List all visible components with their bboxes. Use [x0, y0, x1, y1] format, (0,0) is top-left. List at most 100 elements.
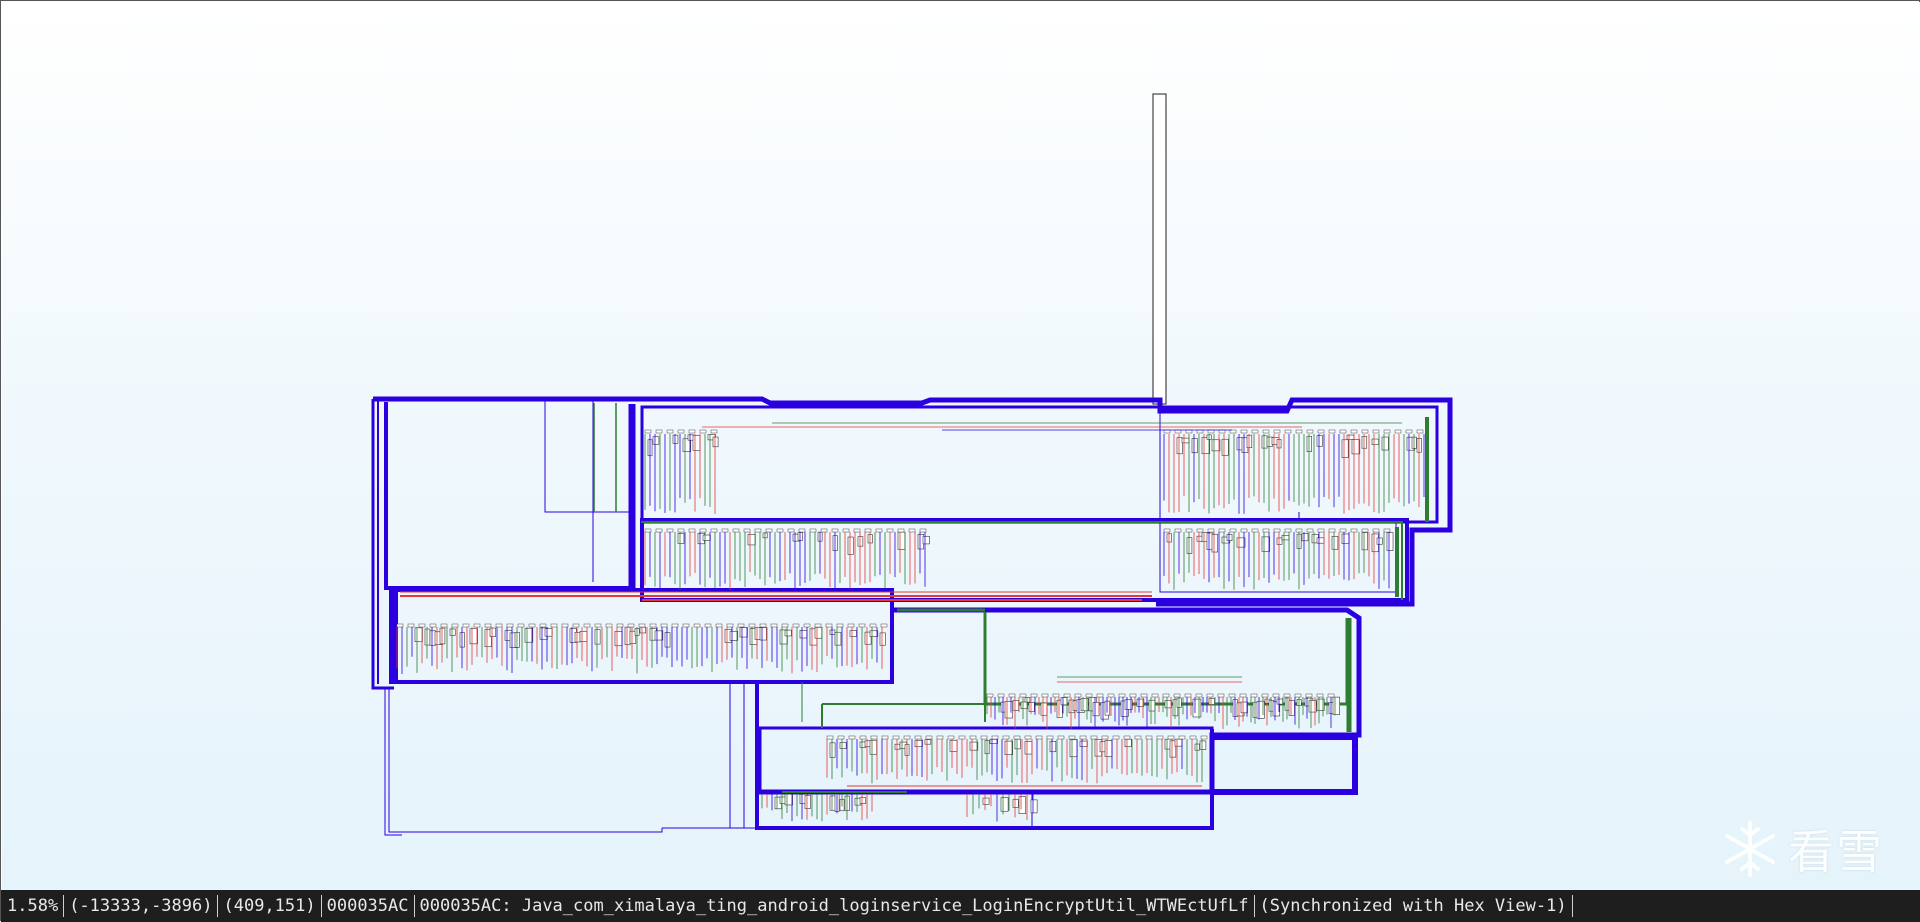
node-header — [1218, 429, 1226, 434]
node-header — [1196, 528, 1204, 533]
zoom-level: 1.58% — [5, 895, 65, 917]
node-header — [1151, 693, 1159, 698]
node-header — [886, 528, 894, 533]
node-header — [759, 623, 767, 628]
node-header — [1372, 429, 1380, 434]
basic-block — [664, 632, 671, 648]
node-header — [605, 623, 613, 628]
basic-block — [1376, 537, 1383, 545]
node-header — [1118, 693, 1126, 698]
node-header — [1145, 735, 1153, 740]
node-header — [528, 623, 536, 628]
node-header — [1305, 693, 1313, 698]
basic-block — [687, 434, 694, 441]
node-header — [666, 528, 674, 533]
node-header — [1383, 528, 1391, 533]
basic-block — [439, 627, 446, 645]
basic-block — [544, 628, 553, 637]
node-header — [1229, 528, 1237, 533]
node-header — [947, 735, 955, 740]
basic-block — [1104, 740, 1113, 757]
basic-block — [1004, 701, 1013, 719]
basic-block — [624, 626, 631, 646]
node-header — [1035, 735, 1043, 740]
basic-block — [639, 626, 646, 634]
node-header — [969, 735, 977, 740]
node-header — [1085, 693, 1093, 698]
node-header — [517, 623, 525, 628]
node-header — [721, 528, 729, 533]
node-header — [1229, 429, 1237, 434]
node-header — [1002, 735, 1010, 740]
node-header — [495, 623, 503, 628]
node-header — [1107, 693, 1115, 698]
basic-block — [1361, 532, 1368, 551]
node-header — [903, 735, 911, 740]
node-header — [1173, 693, 1181, 698]
sync-status: (Synchronized with Hex View-1) — [1255, 895, 1573, 917]
basic-block — [449, 628, 456, 636]
basic-block — [847, 536, 854, 555]
node-header — [655, 429, 663, 434]
node-header — [997, 693, 1005, 698]
basic-block — [1069, 739, 1078, 758]
node-header — [919, 528, 927, 533]
basic-block — [1276, 537, 1283, 545]
basic-block — [857, 536, 864, 547]
node-header — [732, 528, 740, 533]
node-header — [1306, 429, 1314, 434]
node-header — [754, 528, 762, 533]
node-header — [1361, 528, 1369, 533]
basic-block — [1092, 702, 1100, 717]
basic-block — [869, 739, 877, 755]
node-header — [1405, 429, 1413, 434]
node-header — [1284, 528, 1292, 533]
node-header — [1123, 735, 1131, 740]
node-header — [699, 429, 707, 434]
basic-block — [914, 740, 923, 748]
basic-block — [1040, 702, 1048, 716]
basic-block — [1079, 740, 1088, 747]
node-header — [677, 429, 685, 434]
node-header — [1134, 735, 1142, 740]
basic-block — [1124, 738, 1132, 747]
watermark-text: 看雪 — [1788, 825, 1884, 879]
basic-block — [1196, 535, 1203, 542]
basic-block — [692, 435, 701, 451]
node-header — [539, 623, 547, 628]
node-header — [726, 623, 734, 628]
node-header — [1041, 693, 1049, 698]
basic-block — [1030, 799, 1038, 814]
node-header — [1079, 735, 1087, 740]
node-header — [836, 623, 844, 628]
basic-block — [424, 628, 431, 646]
basic-block — [1049, 741, 1057, 753]
node-header — [1250, 693, 1258, 698]
basic-block — [1261, 536, 1270, 552]
basic-block — [729, 630, 739, 641]
current-address: 000035AC — [322, 895, 415, 917]
node-header — [1261, 693, 1269, 698]
node-header — [594, 623, 602, 628]
basic-block — [469, 628, 478, 645]
node-header — [864, 528, 872, 533]
basic-block — [1246, 434, 1253, 448]
function-graph-overview[interactable] — [2, 2, 1920, 890]
node-header — [837, 735, 845, 740]
graph-canvas[interactable]: 看雪 — [2, 2, 1920, 890]
node-header — [875, 528, 883, 533]
node-header — [396, 623, 404, 628]
basic-block — [1000, 797, 1009, 812]
node-header — [1200, 735, 1208, 740]
basic-block — [489, 627, 497, 637]
node-header — [677, 528, 685, 533]
node-header — [1251, 429, 1259, 434]
node-header — [1096, 693, 1104, 698]
node-header — [1019, 693, 1027, 698]
basic-block — [429, 630, 436, 646]
node-header — [892, 735, 900, 740]
basic-block — [712, 436, 719, 448]
node-header — [484, 623, 492, 628]
basic-block — [702, 534, 711, 541]
node-header — [638, 623, 646, 628]
